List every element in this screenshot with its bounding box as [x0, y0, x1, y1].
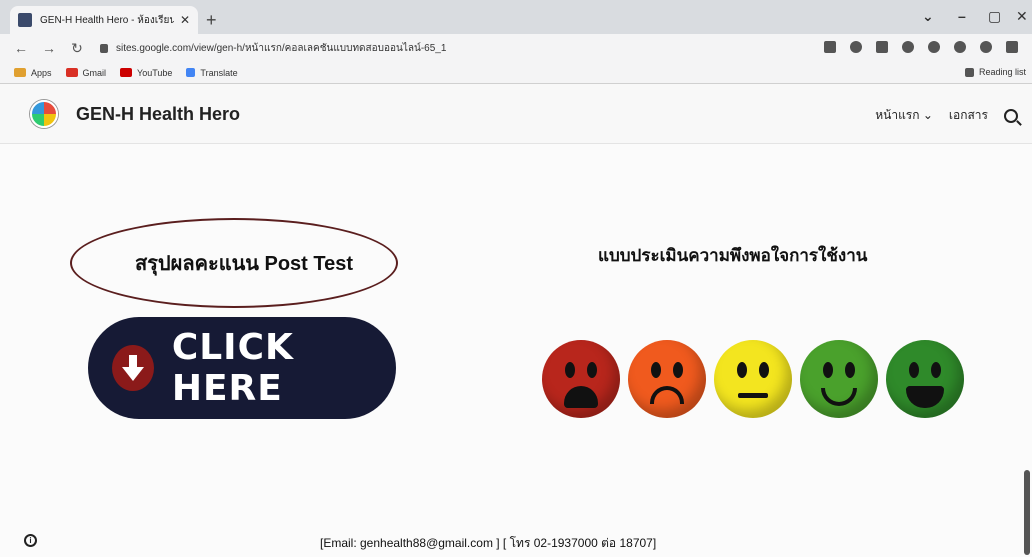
- maximize-icon[interactable]: ▢: [988, 8, 1001, 25]
- info-icon[interactable]: i: [24, 534, 37, 547]
- translate-icon: [186, 68, 196, 77]
- extension-icon[interactable]: [928, 41, 940, 53]
- dissatisfied-face-icon[interactable]: [628, 340, 706, 418]
- contact-info: [Email: genhealth88@gmail.com ] [ โทร 02…: [320, 536, 657, 550]
- very-satisfied-face-icon[interactable]: [886, 340, 964, 418]
- bookmark-apps[interactable]: Apps: [14, 68, 52, 78]
- close-tab-icon[interactable]: ✕: [180, 13, 190, 27]
- download-arrow-icon: [112, 345, 154, 391]
- page-content: สรุปผลคะแนน Post Test CLICK HERE แบบประเ…: [0, 144, 1032, 557]
- search-icon[interactable]: [1004, 108, 1018, 123]
- forward-icon[interactable]: →: [42, 40, 56, 56]
- reading-list[interactable]: Reading list: [964, 67, 1026, 77]
- post-test-label: สรุปผลคะแนน Post Test: [134, 253, 354, 275]
- scrollbar[interactable]: [1024, 470, 1030, 555]
- menu-icon[interactable]: [1006, 41, 1018, 53]
- browser-tab[interactable]: GEN-H Health Hero - ห้องเรียนสุขภาพ ✕: [10, 6, 198, 34]
- puzzle-icon[interactable]: [954, 41, 966, 53]
- url-text: sites.google.com/view/gen-h/หน้าแรก/คอลเ…: [116, 42, 447, 54]
- neutral-face-icon[interactable]: [714, 340, 792, 418]
- tab-strip: GEN-H Health Hero - ห้องเรียนสุขภาพ ✕ + …: [0, 0, 1032, 34]
- extension-icon[interactable]: [824, 41, 836, 53]
- site-nav: หน้าแรก ⌄ เอกสาร: [875, 106, 1018, 125]
- survey-title: แบบประเมินความพึงพอใจการใช้งาน: [598, 246, 868, 265]
- reading-list-icon: [964, 67, 974, 77]
- gmail-icon: [65, 68, 78, 77]
- site-header: GEN-H Health Hero หน้าแรก ⌄ เอกสาร: [0, 84, 1032, 144]
- site-favicon-icon: [18, 13, 32, 27]
- click-here-button[interactable]: CLICK HERE: [88, 317, 396, 419]
- lock-icon: [100, 43, 108, 53]
- site-logo-icon[interactable]: [30, 100, 58, 128]
- click-here-label: CLICK HERE: [171, 327, 294, 409]
- nav-home[interactable]: หน้าแรก ⌄: [875, 106, 933, 125]
- bookmark-translate[interactable]: Translate: [186, 68, 238, 78]
- satisfaction-faces: [542, 340, 964, 420]
- bookmark-youtube[interactable]: YouTube: [120, 68, 172, 78]
- back-icon[interactable]: ←: [14, 40, 28, 56]
- tab-title: GEN-H Health Hero - ห้องเรียนสุขภาพ: [40, 14, 174, 26]
- url-field[interactable]: sites.google.com/view/gen-h/หน้าแรก/คอลเ…: [100, 41, 446, 56]
- nav-docs[interactable]: เอกสาร: [949, 106, 988, 125]
- bookmarks-bar: Apps Gmail YouTube Translate Reading lis…: [0, 62, 1032, 84]
- profile-icon[interactable]: [980, 41, 992, 53]
- zoom-icon[interactable]: [850, 41, 862, 53]
- very-dissatisfied-face-icon[interactable]: [542, 340, 620, 418]
- site-title[interactable]: GEN-H Health Hero: [76, 104, 240, 125]
- address-bar: ← → ↻ sites.google.com/view/gen-h/หน้าแร…: [0, 34, 1032, 62]
- post-test-oval: สรุปผลคะแนน Post Test: [70, 218, 398, 308]
- apps-icon: [14, 68, 26, 77]
- reload-icon[interactable]: ↻: [70, 40, 84, 57]
- share-icon[interactable]: [876, 41, 888, 53]
- youtube-icon: [120, 68, 133, 77]
- bookmark-gmail[interactable]: Gmail: [65, 68, 106, 78]
- new-tab-icon[interactable]: +: [206, 10, 217, 31]
- satisfied-face-icon[interactable]: [800, 340, 878, 418]
- star-icon[interactable]: [902, 41, 914, 53]
- extension-icons: [824, 41, 1018, 53]
- minimize-icon[interactable]: –: [958, 8, 966, 24]
- close-window-icon[interactable]: ✕: [1016, 8, 1028, 25]
- tab-search-icon[interactable]: ⌄: [922, 8, 934, 25]
- page-footer: i [Email: genhealth88@gmail.com ] [ โทร …: [0, 528, 1032, 557]
